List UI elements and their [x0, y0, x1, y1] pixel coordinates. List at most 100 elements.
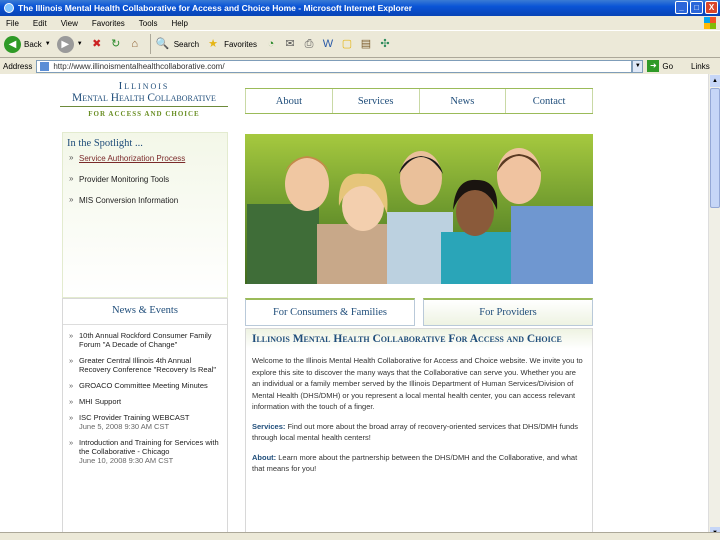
ie-icon: [4, 3, 14, 13]
news-item-text: Introduction and Training for Services w…: [79, 438, 219, 456]
menu-help[interactable]: Help: [171, 19, 187, 28]
mail-icon[interactable]: ✉: [282, 36, 298, 52]
favorites-label: Favorites: [224, 39, 257, 49]
home-icon[interactable]: ⌂: [127, 36, 143, 52]
address-label: Address: [3, 61, 33, 71]
news-item-text: GROACO Committee Meeting Minutes: [79, 381, 208, 390]
back-label: Back: [24, 39, 42, 49]
forward-button[interactable]: ▶ ▼: [56, 35, 83, 53]
page-icon: [40, 61, 50, 71]
spotlight-link[interactable]: MIS Conversion Information: [67, 195, 223, 205]
about-label[interactable]: About:: [252, 453, 276, 462]
messenger-icon[interactable]: ✣: [377, 36, 393, 52]
nav-about[interactable]: About: [245, 89, 333, 113]
address-url: http://www.illinoismentalhealthcollabora…: [53, 61, 225, 71]
vertical-scrollbar[interactable]: ▲ ▼: [708, 74, 720, 540]
news-item-text: 10th Annual Rockford Consumer Family For…: [79, 331, 212, 349]
chevron-down-icon: ▼: [76, 41, 83, 47]
news-item[interactable]: Introduction and Training for Services w…: [67, 438, 223, 465]
spotlight-title: In the Spotlight ...: [67, 138, 143, 149]
news-item[interactable]: GROACO Committee Meeting Minutes: [67, 381, 223, 390]
logo-line-2: Mental Health Collaborative: [60, 92, 228, 107]
spotlight-link[interactable]: Service Authorization Process: [67, 153, 223, 163]
search-button[interactable]: 🔍 Search: [155, 36, 199, 52]
logo-line-1: Illinois: [118, 80, 170, 92]
menu-edit[interactable]: Edit: [33, 19, 47, 28]
site-logo[interactable]: Illinois Mental Health Collaborative FOR…: [60, 80, 228, 118]
news-item[interactable]: ISC Provider Training WEBCASTJune 5, 200…: [67, 413, 223, 431]
news-events-panel: News & Events 10th Annual Rockford Consu…: [62, 298, 228, 540]
back-button[interactable]: ◀ Back ▼: [4, 35, 51, 53]
news-item[interactable]: 10th Annual Rockford Consumer Family For…: [67, 331, 223, 349]
browser-toolbar: ◀ Back ▼ ▶ ▼ ✖ ↻ ⌂ 🔍 Search ★ Favorites …: [0, 30, 720, 58]
windows-logo-icon: [704, 17, 716, 29]
research-icon[interactable]: ▤: [358, 36, 374, 52]
window-title: The Illinois Mental Health Collaborative…: [18, 3, 413, 13]
about-paragraph: About: Learn more about the partnership …: [252, 452, 586, 475]
nav-news[interactable]: News: [419, 89, 507, 113]
star-icon: ★: [208, 38, 218, 50]
menu-view[interactable]: View: [61, 19, 78, 28]
menu-favorites[interactable]: Favorites: [92, 19, 125, 28]
status-bar: [0, 532, 720, 540]
welcome-heading: Illinois Mental Health Collaborative For…: [246, 329, 592, 349]
scroll-up-icon[interactable]: ▲: [710, 75, 720, 87]
window-controls: _ □ X: [675, 1, 718, 14]
window-titlebar: The Illinois Mental Health Collaborative…: [0, 0, 720, 16]
hero-photo: [245, 134, 593, 284]
go-arrow-icon: ➜: [647, 60, 660, 72]
tab-consumers-families[interactable]: For Consumers & Families: [245, 298, 415, 326]
news-item[interactable]: Greater Central Illinois 4th Annual Reco…: [67, 356, 223, 374]
news-item-text: MHI Support: [79, 397, 122, 406]
maximize-button[interactable]: □: [690, 1, 703, 14]
audience-tabs: For Consumers & Families For Providers: [245, 298, 593, 326]
print-icon[interactable]: ⎙: [301, 36, 317, 52]
news-item-date: June 5, 2008 9:30 AM CST: [79, 422, 170, 431]
logo-line-3: FOR ACCESS AND CHOICE: [88, 110, 200, 118]
stop-icon[interactable]: ✖: [89, 36, 105, 52]
welcome-body: Welcome to the Illinois Mental Health Co…: [246, 349, 592, 489]
spotlight-panel: In the Spotlight ... Service Authorizati…: [62, 132, 228, 298]
search-label: Search: [173, 39, 200, 49]
favorites-button[interactable]: ★ Favorites: [205, 36, 257, 52]
nav-services[interactable]: Services: [332, 89, 420, 113]
main-nav: About Services News Contact: [245, 88, 593, 114]
back-arrow-icon: ◀: [4, 35, 21, 53]
welcome-intro: Welcome to the Illinois Mental Health Co…: [252, 356, 583, 411]
news-item-text: ISC Provider Training WEBCAST: [79, 413, 190, 422]
edit-icon[interactable]: W: [320, 36, 336, 52]
menu-tools[interactable]: Tools: [139, 19, 158, 28]
spotlight-link[interactable]: Provider Monitoring Tools: [67, 174, 223, 184]
forward-arrow-icon: ▶: [56, 35, 74, 53]
address-dropdown-button[interactable]: ▼: [632, 59, 644, 73]
chevron-down-icon: ▼: [44, 41, 51, 47]
links-button[interactable]: Links: [691, 62, 710, 71]
search-icon: 🔍: [155, 38, 170, 50]
refresh-icon[interactable]: ↻: [108, 36, 124, 52]
go-button[interactable]: ➜ Go: [647, 60, 673, 72]
scrollbar-thumb[interactable]: [710, 88, 720, 208]
about-text: Learn more about the partnership between…: [252, 452, 578, 474]
news-item-date: June 10, 2008 9:30 AM CST: [79, 456, 174, 465]
menu-file[interactable]: File: [6, 19, 19, 28]
news-title: News & Events: [63, 299, 227, 325]
nav-contact[interactable]: Contact: [506, 89, 593, 113]
history-icon[interactable]: ◔: [263, 36, 279, 52]
news-item[interactable]: MHI Support: [67, 397, 223, 406]
address-bar: Address http://www.illinoismentalhealthc…: [0, 58, 720, 74]
go-label: Go: [662, 61, 674, 71]
minimize-button[interactable]: _: [675, 1, 688, 14]
discuss-icon[interactable]: ▢: [339, 36, 355, 52]
close-button[interactable]: X: [705, 1, 718, 14]
welcome-panel: Illinois Mental Health Collaborative For…: [245, 328, 593, 540]
services-text: Find out more about the broad array of r…: [252, 421, 579, 443]
toolbar-divider: [149, 34, 151, 54]
services-label[interactable]: Services:: [252, 422, 285, 431]
group-photo-image: [245, 134, 593, 284]
news-item-text: Greater Central Illinois 4th Annual Reco…: [79, 356, 217, 374]
page-viewport: Illinois Mental Health Collaborative FOR…: [0, 74, 708, 540]
address-input[interactable]: http://www.illinoismentalhealthcollabora…: [36, 59, 633, 73]
menu-bar: File Edit View Favorites Tools Help: [0, 16, 720, 30]
services-paragraph: Services: Find out more about the broad …: [252, 421, 586, 444]
tab-providers[interactable]: For Providers: [423, 298, 593, 326]
